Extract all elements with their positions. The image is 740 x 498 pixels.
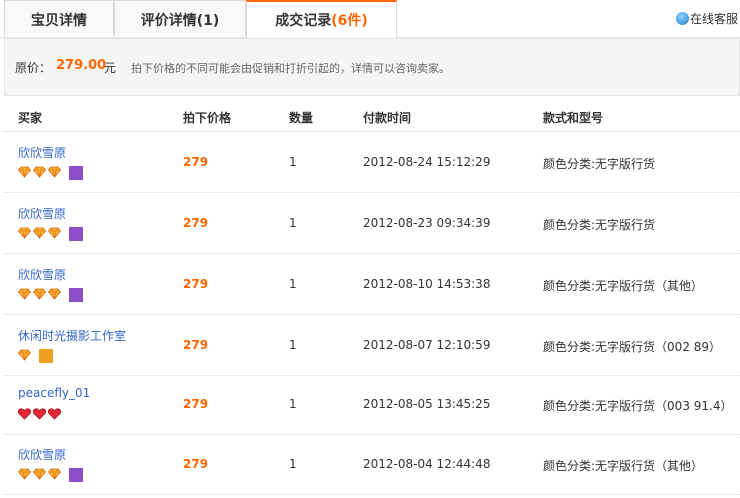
payment-time: 2012-08-10 14:53:38 (363, 277, 491, 291)
diamond-icon (33, 166, 46, 178)
buyer-credit-icons (18, 166, 83, 180)
deal-price: 279 (183, 457, 209, 471)
diamond-icon (33, 288, 46, 300)
quantity: 1 (289, 338, 297, 352)
deal-price: 279 (183, 216, 209, 230)
buyer-name-link[interactable]: 欣欣雪原 (18, 266, 66, 283)
diamond-icon (18, 288, 31, 300)
price-note: 拍下价格的不同可能会由促销和打折引起的，详情可以咨询卖家。 (131, 62, 450, 75)
col-header-buyer: 买家 (18, 111, 43, 125)
tab-reviews[interactable]: 评价详情(1) (114, 0, 246, 36)
online-service-link[interactable]: 在线客服 (675, 10, 738, 28)
diamond-icon (48, 227, 61, 239)
buyer-name-link[interactable]: 欣欣雪原 (18, 144, 66, 161)
diamond-icon (33, 468, 46, 480)
table-row: 欣欣雪原 279 1 2012-08-04 12:44:48 颜色分类:无字版行货（其他… (4, 434, 740, 495)
col-header-time: 付款时间 (363, 111, 412, 125)
buyer-level-badge-icon (69, 227, 83, 241)
diamond-icon (18, 166, 31, 178)
table-row: 休闲时光摄影工作室 279 1 2012-08-07 12:10:59 颜色分类:无字版… (4, 315, 740, 376)
payment-time: 2012-08-23 09:34:39 (363, 216, 491, 230)
sku-spec: 颜色分类:无字版行货 (543, 218, 656, 232)
buyer-credit-icons (18, 349, 53, 363)
tab-count: (6件) (331, 13, 368, 29)
payment-time: 2012-08-07 12:10:59 (363, 338, 491, 352)
diamond-icon (18, 349, 31, 361)
diamond-icon (48, 288, 61, 300)
sku-spec: 颜色分类:无字版行货（003 91.4） (543, 399, 733, 413)
buyer-name-link[interactable]: peacefly_01 (18, 386, 90, 400)
buyer-credit-icons (18, 227, 83, 241)
col-header-price: 拍下价格 (183, 111, 232, 125)
quantity: 1 (289, 397, 297, 411)
tab-bar: 宝贝详情 评价详情(1) 成交记录(6件) 在线客服 (0, 0, 740, 38)
buyer-name-link[interactable]: 欣欣雪原 (18, 446, 66, 463)
tab-label: 宝贝详情 (31, 13, 87, 29)
sku-spec: 颜色分类:无字版行货（其他） (543, 459, 704, 473)
table-header: 买家 拍下价格 数量 付款时间 款式和型号 (4, 104, 740, 132)
payment-time: 2012-08-05 13:45:25 (363, 397, 491, 411)
buyer-level-badge-icon (69, 166, 83, 180)
service-label: 在线客服 (689, 12, 738, 26)
service-chat-icon (675, 12, 689, 25)
buyer-name-link[interactable]: 欣欣雪原 (18, 205, 66, 222)
diamond-icon (48, 468, 61, 480)
quantity: 1 (289, 216, 297, 230)
price-info-bar: 原价： 279.00 元 拍下价格的不同可能会由促销和打折引起的，详情可以咨询卖… (4, 38, 740, 96)
tab-transaction-records[interactable]: 成交记录(6件) (246, 0, 397, 38)
payment-time: 2012-08-24 15:12:29 (363, 155, 491, 169)
quantity: 1 (289, 155, 297, 169)
col-header-qty: 数量 (289, 111, 314, 125)
deal-price: 279 (183, 397, 209, 411)
buyer-level-badge-icon (69, 468, 83, 482)
buyer-credit-icons (18, 288, 83, 302)
table-row: 欣欣雪原 279 1 2012-08-10 14:53:38 颜色分类:无字版行货（其他… (4, 254, 740, 315)
table-row: 欣欣雪原 279 1 2012-08-24 15:12:29 颜色分类:无字版行货 (4, 132, 740, 193)
buyer-level-badge-icon (69, 288, 83, 302)
buyer-credit-icons (18, 468, 83, 482)
original-price-value: 279.00 (56, 58, 107, 73)
quantity: 1 (289, 457, 297, 471)
table-row: peacefly_01 279 1 2012-08-05 13:45:25 颜色分类:无… (4, 374, 740, 435)
sku-spec: 颜色分类:无字版行货 (543, 157, 656, 171)
col-header-sku: 款式和型号 (543, 111, 604, 125)
tab-count: (1) (196, 13, 220, 29)
tab-item-details[interactable]: 宝贝详情 (4, 0, 114, 36)
deal-price: 279 (183, 155, 209, 169)
sku-spec: 颜色分类:无字版行货（其他） (543, 279, 704, 293)
table-row: 欣欣雪原 279 1 2012-08-23 09:34:39 颜色分类:无字版行货 (4, 193, 740, 254)
red-heart-icon (48, 408, 61, 420)
diamond-icon (18, 468, 31, 480)
red-heart-icon (18, 408, 31, 420)
deal-price: 279 (183, 277, 209, 291)
buyer-credit-icons (18, 408, 63, 422)
buyer-name-link[interactable]: 休闲时光摄影工作室 (18, 327, 126, 344)
tab-label: 成交记录 (275, 13, 332, 29)
diamond-icon (33, 227, 46, 239)
buyer-level-badge-icon (39, 349, 53, 363)
diamond-icon (48, 166, 61, 178)
sku-spec: 颜色分类:无字版行货（002 89） (543, 340, 722, 354)
deal-price: 279 (183, 338, 209, 352)
diamond-icon (18, 227, 31, 239)
original-price-label: 原价： (15, 61, 52, 75)
red-heart-icon (33, 408, 46, 420)
price-unit: 元 (104, 61, 117, 75)
tab-label: 评价详情 (140, 13, 197, 29)
quantity: 1 (289, 277, 297, 291)
payment-time: 2012-08-04 12:44:48 (363, 457, 491, 471)
